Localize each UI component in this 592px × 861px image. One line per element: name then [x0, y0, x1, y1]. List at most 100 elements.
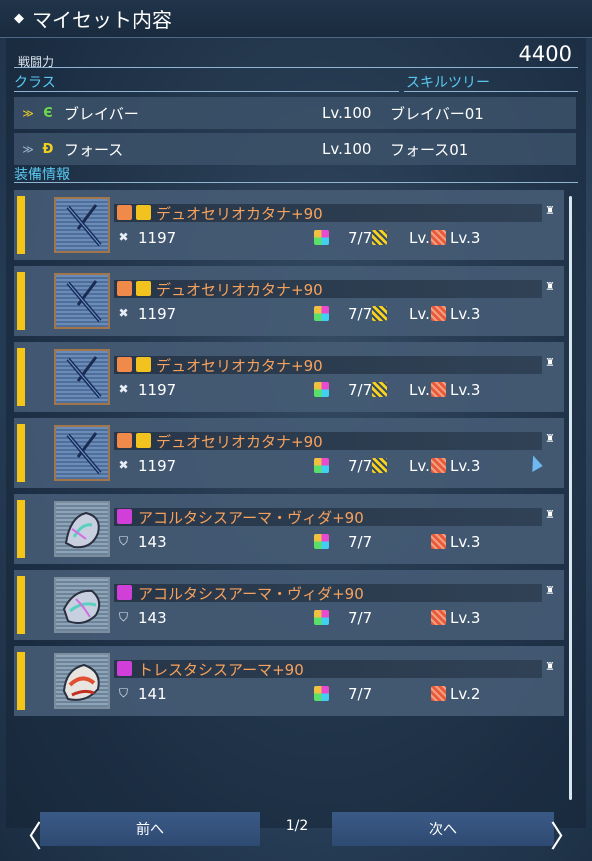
divider: [14, 67, 578, 68]
next-page-button[interactable]: 次へ: [332, 812, 554, 846]
equipment-item[interactable]: デュオセリオカタナ+90 ♜ ✖ 1197 7/7 Lv.6 Lv.3: [14, 266, 564, 336]
divider: [14, 91, 399, 92]
attack-value: 1197: [138, 305, 177, 323]
title-bar: ◆ マイセット内容: [0, 0, 592, 38]
element-level: Lv.2: [450, 685, 481, 703]
augment-slot-icon: [314, 458, 329, 473]
defense-icon: ⛉: [118, 534, 128, 548]
element-level: Lv.3: [450, 457, 481, 475]
rarity-icon: [136, 433, 151, 448]
equipment-item[interactable]: トレスタシスアーマ+90 ♜ ⛉ 141 7/7 Lv.2: [14, 646, 564, 716]
item-name: アコルタシスアーマ・ヴィダ+90: [138, 585, 364, 603]
equipment-item[interactable]: デュオセリオカタナ+90 ♜ ✖ 1197 7/7 Lv.6 Lv.3: [14, 342, 564, 412]
main-class-rank-icon: ≫: [22, 106, 34, 120]
element-icon: [431, 230, 446, 245]
armor-category-icon: [117, 585, 132, 600]
element-icon: [431, 610, 446, 625]
element-icon: [431, 686, 446, 701]
window-title: マイセット内容: [32, 8, 172, 32]
augment-slots: 7/7: [348, 381, 373, 399]
arm-armor-icon: [54, 577, 110, 633]
augment-slot-icon: [314, 382, 329, 397]
defense-value: 143: [138, 609, 167, 627]
augment-slots: 7/7: [348, 305, 373, 323]
katana-icon: [54, 349, 110, 405]
equipment-section-header: 装備情報: [14, 167, 70, 183]
page-indicator: 1/2: [285, 818, 309, 834]
item-name: デュオセリオカタナ+90: [156, 357, 323, 375]
lock-icon[interactable]: ♜: [544, 660, 556, 674]
main-class-skill-tree: ブレイバー01: [390, 104, 484, 123]
diamond-icon: ◆: [14, 11, 24, 26]
main-class-row[interactable]: ≫ Є ブレイバー Lv.100 ブレイバー01: [14, 97, 576, 129]
defense-value: 141: [138, 685, 167, 703]
augment-slot-icon: [314, 306, 329, 321]
element-icon: [431, 458, 446, 473]
katana-category-icon: [117, 205, 132, 220]
element-level: Lv.3: [450, 229, 481, 247]
attack-icon: ✖: [118, 458, 129, 472]
katana-category-icon: [117, 357, 132, 372]
lock-icon[interactable]: ♜: [544, 584, 556, 598]
katana-category-icon: [117, 281, 132, 296]
braver-class-icon: Є: [43, 105, 53, 121]
element-level: Lv.3: [450, 609, 481, 627]
augment-slots: 7/7: [348, 229, 373, 247]
lock-icon[interactable]: ♜: [544, 508, 556, 522]
equipped-indicator: [17, 500, 25, 558]
chevron-right-icon[interactable]: 〉: [550, 812, 580, 856]
augment-slot-icon: [314, 230, 329, 245]
augment-slots: 7/7: [348, 685, 373, 703]
chevron-left-icon[interactable]: 〈: [12, 812, 42, 856]
katana-category-icon: [117, 433, 132, 448]
augment-slot-icon: [314, 686, 329, 701]
element-level: Lv.3: [450, 533, 481, 551]
sub-class-rank-icon: ≫: [22, 142, 34, 156]
item-name: デュオセリオカタナ+90: [156, 281, 323, 299]
defense-icon: ⛉: [118, 610, 128, 624]
sub-class-row[interactable]: ≫ Ð フォース Lv.100 フォース01: [14, 133, 576, 165]
leg-armor-icon: [54, 653, 110, 709]
defense-icon: ⛉: [118, 686, 128, 700]
force-class-icon: Ð: [42, 141, 54, 157]
item-name: デュオセリオカタナ+90: [156, 205, 323, 223]
item-name: トレスタシスアーマ+90: [138, 661, 304, 679]
rear-armor-icon: [54, 501, 110, 557]
lock-icon[interactable]: ♜: [544, 356, 556, 370]
augment-slot-icon: [314, 610, 329, 625]
lock-icon[interactable]: ♜: [544, 204, 556, 218]
lock-icon[interactable]: ♜: [544, 432, 556, 446]
potential-icon: [372, 306, 387, 321]
augment-slots: 7/7: [348, 609, 373, 627]
armor-category-icon: [117, 509, 132, 524]
attack-icon: ✖: [118, 382, 129, 396]
attack-icon: ✖: [118, 306, 129, 320]
equipped-indicator: [17, 576, 25, 634]
main-class-name: ブレイバー: [64, 104, 139, 123]
katana-icon: [54, 197, 110, 253]
potential-icon: [372, 230, 387, 245]
equipment-item[interactable]: アコルタシスアーマ・ヴィダ+90 ♜ ⛉ 143 7/7 Lv.3: [14, 494, 564, 564]
potential-icon: [372, 382, 387, 397]
sub-class-level: Lv.100: [322, 140, 372, 158]
attack-icon: ✖: [118, 230, 129, 244]
class-section-header: クラス: [14, 75, 56, 91]
equipped-indicator: [17, 272, 25, 330]
equipment-item[interactable]: デュオセリオカタナ+90 ♜ ✖ 1197 7/7 Lv.6 Lv.3: [14, 418, 564, 488]
defense-value: 143: [138, 533, 167, 551]
item-name: デュオセリオカタナ+90: [156, 433, 323, 451]
lock-icon[interactable]: ♜: [544, 280, 556, 294]
rarity-icon: [136, 281, 151, 296]
equipment-item[interactable]: アコルタシスアーマ・ヴィダ+90 ♜ ⛉ 143 7/7 Lv.3: [14, 570, 564, 640]
attack-value: 1197: [138, 229, 177, 247]
item-name: アコルタシスアーマ・ヴィダ+90: [138, 509, 364, 527]
equipped-indicator: [17, 348, 25, 406]
prev-page-button[interactable]: 前へ: [40, 812, 260, 846]
augment-slot-icon: [314, 534, 329, 549]
equipment-item[interactable]: デュオセリオカタナ+90 ♜ ✖ 1197 7/7 Lv.6 Lv.3: [14, 190, 564, 260]
element-icon: [431, 382, 446, 397]
element-level: Lv.3: [450, 305, 481, 323]
scrollbar[interactable]: [569, 196, 572, 800]
element-level: Lv.3: [450, 381, 481, 399]
divider: [404, 91, 578, 92]
